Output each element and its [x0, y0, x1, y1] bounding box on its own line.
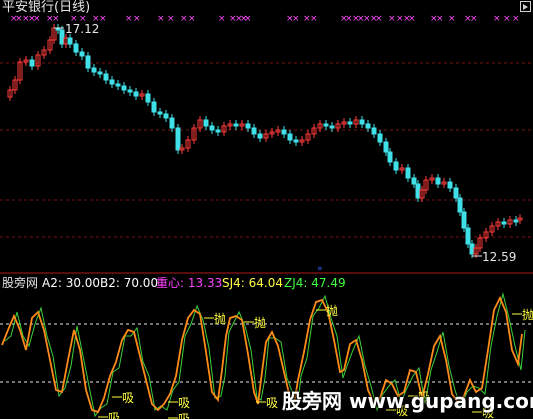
candle-body: [145, 93, 151, 103]
candle-body: [79, 51, 85, 57]
signal-marker: ×: [157, 14, 165, 24]
candle-body: [209, 125, 215, 131]
signal-marker: ×: [218, 14, 226, 24]
candle-body: [233, 123, 239, 127]
candle-body: [469, 243, 475, 255]
low-price-label: 12.59: [482, 250, 517, 264]
signal-marker: ×: [244, 14, 252, 24]
candle-body: [169, 117, 175, 129]
candle-body: [67, 37, 73, 45]
candle-body: [393, 161, 399, 171]
sell-signal-label: 抛: [214, 311, 226, 326]
candle-body: [85, 55, 91, 69]
signal-marker: ×: [99, 14, 107, 24]
signal-marker: ×: [52, 14, 60, 24]
candle-body: [347, 121, 353, 125]
candle-body: [411, 177, 417, 185]
candle-body: [447, 181, 453, 189]
candle-body: [163, 113, 169, 119]
watermark: 股旁网 www.gupang.com: [282, 389, 533, 413]
candle-body: [215, 129, 221, 133]
sell-signal-label: 抛: [326, 303, 338, 318]
candle-body: [59, 29, 65, 45]
signal-marker: ×: [33, 14, 41, 24]
candle-body: [365, 123, 371, 129]
param-center: 重心: 13.33: [156, 276, 223, 290]
candle-body: [91, 67, 97, 73]
candle-body: [73, 43, 79, 53]
sell-signal-label: 抛: [254, 315, 266, 330]
candle-body: [151, 101, 157, 113]
signal-marker: ×: [292, 14, 300, 24]
param-sj4: SJ4: 64.04: [222, 276, 284, 290]
candle-body: [501, 221, 507, 225]
candle-body: [387, 151, 393, 163]
candle-body: [513, 219, 519, 223]
signal-marker: ×: [388, 14, 396, 24]
candle-body: [97, 71, 103, 75]
param-a2: A2: 30.00: [42, 276, 101, 290]
candle-body: [175, 127, 181, 151]
candle-body: [29, 59, 35, 67]
signal-marker: ×: [436, 14, 444, 24]
candle-body: [127, 89, 133, 93]
chart-window: { "window": { "title": "平安银行(日线)" }, "to…: [0, 0, 533, 419]
candle-body: [251, 127, 257, 135]
candle-body: [245, 123, 251, 129]
candle-body: [371, 127, 377, 135]
candle-body: [323, 123, 329, 127]
candle-body: [415, 183, 421, 199]
param-b2: B2: 70.00: [100, 276, 159, 290]
sell-signal-label: 抛: [522, 307, 533, 322]
signal-marker: ×: [167, 14, 175, 24]
candle-body: [329, 125, 335, 129]
param-zj4: ZJ4: 47.49: [284, 276, 346, 290]
candle-body: [383, 141, 389, 153]
scroll-marker-icon: »: [317, 264, 323, 274]
signal-marker: ×: [503, 14, 511, 24]
candle-body: [359, 119, 365, 125]
buy-signal-label: 吸: [266, 396, 278, 410]
candle-body: [103, 73, 109, 81]
signal-marker: ×: [448, 14, 456, 24]
candle-body: [405, 167, 411, 179]
candle-body: [157, 111, 163, 115]
candle-body: [281, 129, 287, 135]
signal-marker: ×: [493, 14, 501, 24]
signal-marker: ×: [512, 14, 520, 24]
signal-marker: ×: [180, 14, 188, 24]
high-price-label: 17.12: [65, 22, 100, 36]
buy-signal-label: 吸: [178, 412, 190, 419]
candle-body: [457, 197, 463, 213]
buy-signal-label: 吸: [122, 391, 134, 405]
signal-marker: ×: [408, 14, 416, 24]
candle-body: [293, 139, 299, 143]
candle-body: [377, 133, 383, 143]
signal-marker: ×: [310, 14, 318, 24]
candle-body: [109, 79, 115, 85]
candle-body: [453, 187, 459, 199]
chart-canvas: ×× ××× ×× × × × × × × × × × × × ×××× ×× × × ×× ××× ×× × × ×× ×× ×…: [0, 14, 533, 419]
candle-body: [465, 227, 471, 245]
candle-body: [435, 177, 441, 185]
buy-signal-label: 吸: [108, 411, 120, 419]
candle-body: [257, 133, 263, 139]
candle-body: [121, 85, 127, 91]
signal-marker: ×: [188, 14, 196, 24]
candle-body: [203, 119, 209, 127]
signal-marker: ×: [470, 14, 478, 24]
signal-marker: ×: [133, 14, 141, 24]
buy-signal-label: 吸: [178, 396, 190, 410]
candle-body: [461, 211, 467, 229]
indicator-name: 股旁网: [2, 276, 39, 290]
signal-marker: ×: [375, 14, 383, 24]
signal-marker: ×: [125, 14, 133, 24]
candle-body: [287, 133, 293, 141]
candle-body: [133, 91, 139, 97]
candle-body: [115, 83, 121, 87]
